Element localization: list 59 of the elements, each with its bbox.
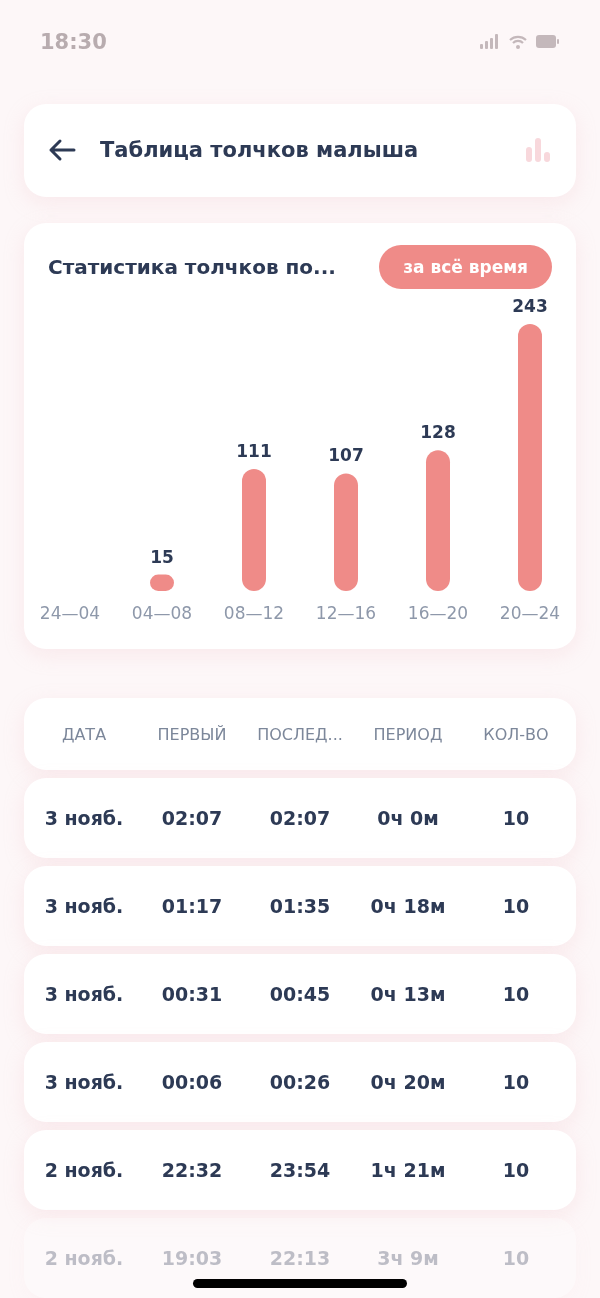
table-cell-text: 22:32 xyxy=(160,1159,224,1181)
table-cell-text: 3 нояб. xyxy=(43,895,125,917)
axis-label: 24—04 xyxy=(39,603,101,624)
bar-value-label: 15 xyxy=(150,546,174,567)
table-cell-text: 3 нояб. xyxy=(43,1071,125,1093)
table-cell-text: 02:07 xyxy=(160,807,224,829)
table-cell-text: 10 xyxy=(501,983,531,1005)
table-cell-text: 22:13 xyxy=(268,1247,332,1269)
status-time: 18:30 xyxy=(40,30,107,54)
table-cell-text: 01:35 xyxy=(268,895,332,917)
table-cell-text: 01:17 xyxy=(160,895,224,917)
table-cell-text: 00:06 xyxy=(160,1071,224,1093)
table-cell-text: 00:26 xyxy=(268,1071,332,1093)
page-title: Таблица толчков малыша xyxy=(100,138,420,163)
table-cell-text: 19:03 xyxy=(160,1247,224,1269)
table-cell-text: 1ч 21м xyxy=(369,1159,447,1181)
column-header: ПЕРИОД xyxy=(372,724,444,744)
axis-label: 16—20 xyxy=(407,603,469,624)
table-row[interactable]: 2 нояб. 22:32 23:54 1ч 21м 10 xyxy=(24,1130,576,1210)
table-cell-text: 2 нояб. xyxy=(43,1247,125,1269)
table-row[interactable]: 3 нояб. 00:31 00:45 0ч 13м 10 xyxy=(24,954,576,1034)
table-cell-text: 10 xyxy=(501,807,531,829)
table-cell-text: 0ч 20м xyxy=(369,1071,447,1093)
axis-label: 08—12 xyxy=(223,603,285,624)
axis-label: 04—08 xyxy=(131,603,193,624)
table-row[interactable]: 3 нояб. 00:06 00:26 0ч 20м 10 xyxy=(24,1042,576,1122)
column-header: ПОСЛЕД... xyxy=(256,724,344,744)
bar-value-label: 107 xyxy=(328,445,364,466)
table-cell-text: 0ч 13м xyxy=(369,983,447,1005)
table-cell-text: 2 нояб. xyxy=(43,1159,125,1181)
axis-label: 12—16 xyxy=(315,603,377,624)
table-cell-text: 10 xyxy=(501,1247,531,1269)
column-header: КОЛ-ВО xyxy=(482,724,550,744)
bar-value-label: 128 xyxy=(420,422,456,443)
bar-value-label: 243 xyxy=(512,296,548,317)
table-cell-text: 3 нояб. xyxy=(43,807,125,829)
table-cell-text: 10 xyxy=(501,1159,531,1181)
table-cell-text: 0ч 0м xyxy=(376,807,440,829)
table-cell-text: 23:54 xyxy=(268,1159,332,1181)
signal-icon xyxy=(480,34,500,49)
wifi-icon xyxy=(508,34,528,49)
battery-icon xyxy=(536,35,560,48)
table-cell-text: 00:45 xyxy=(268,983,332,1005)
table-row[interactable]: 3 нояб. 02:07 02:07 0ч 0м 10 xyxy=(24,778,576,858)
table-row[interactable]: 3 нояб. 01:17 01:35 0ч 18м 10 xyxy=(24,866,576,946)
axis-label: 20—24 xyxy=(499,603,561,624)
table-cell-text: 0ч 18м xyxy=(369,895,447,917)
table-cell-text: 10 xyxy=(501,1071,531,1093)
column-header: ПЕРВЫЙ xyxy=(156,724,228,744)
table-cell-text: 3ч 9м xyxy=(376,1247,440,1269)
table-cell-text: 02:07 xyxy=(268,807,332,829)
back-icon[interactable] xyxy=(48,138,76,163)
chart-bar xyxy=(150,574,174,592)
stats-title: Статистика толчков по... xyxy=(48,255,336,280)
bar-value-label: 111 xyxy=(236,441,272,462)
table-cell-text: 3 нояб. xyxy=(43,983,125,1005)
table-cell-text: 00:31 xyxy=(160,983,224,1005)
column-header: ДАТА xyxy=(60,724,108,744)
table-cell-text: 10 xyxy=(501,895,531,917)
